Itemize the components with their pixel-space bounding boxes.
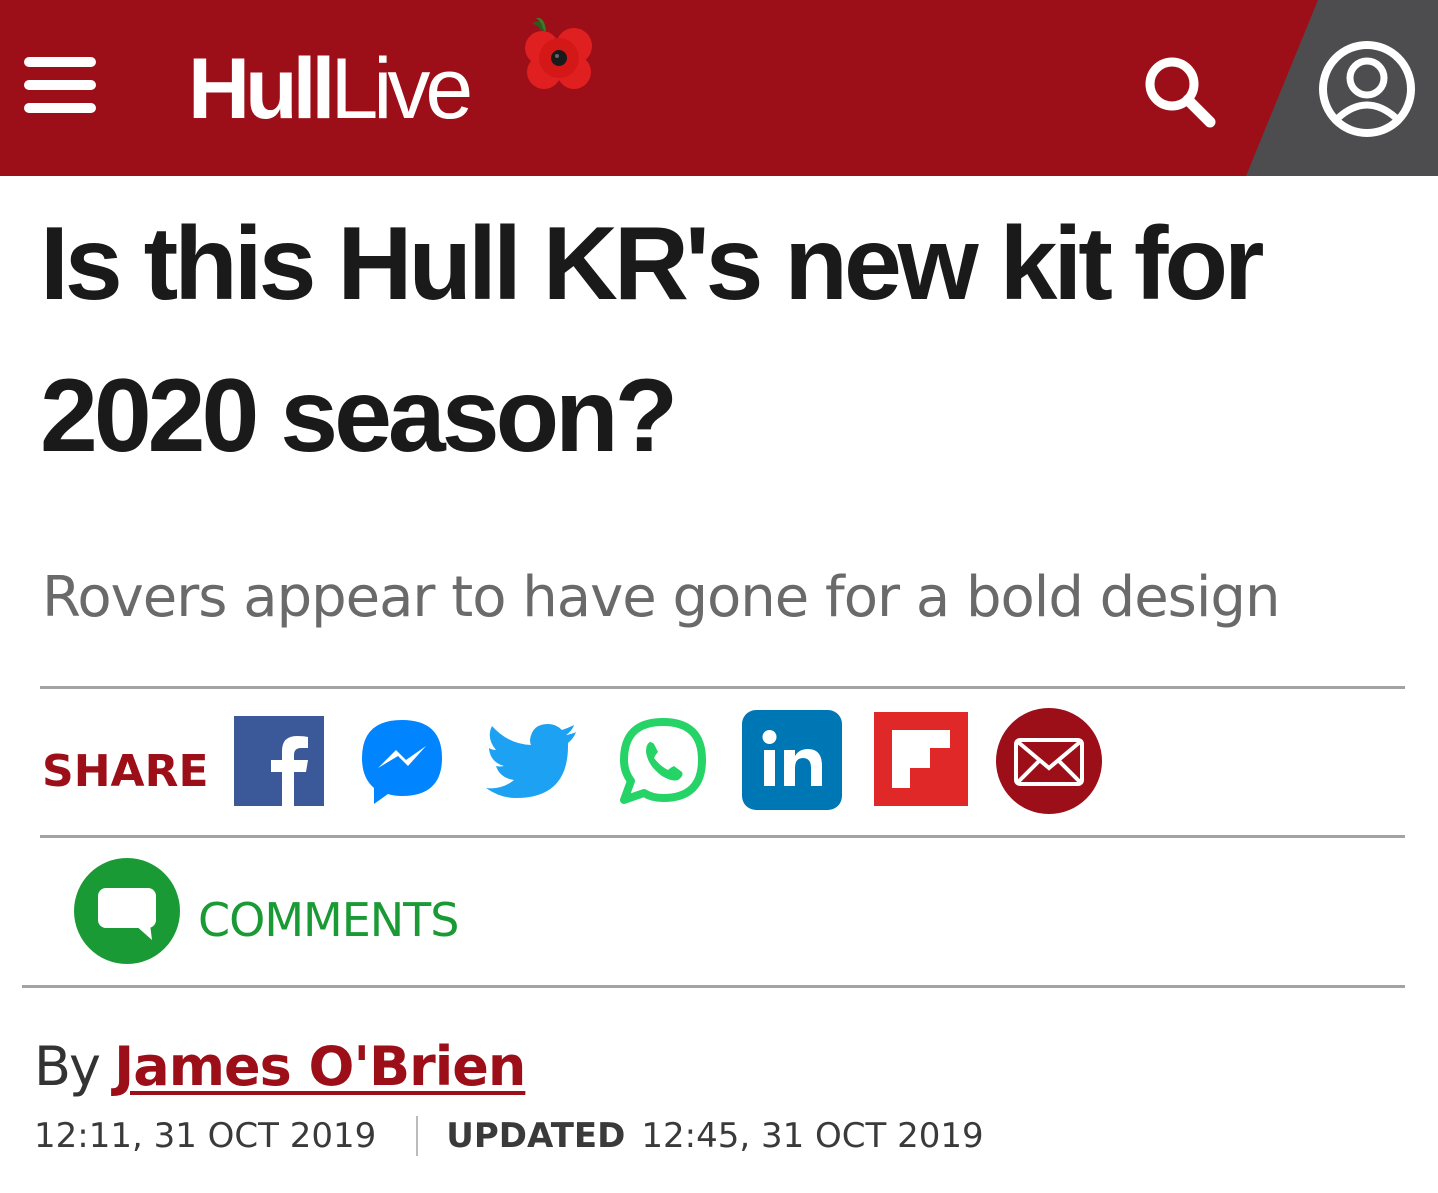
author-link[interactable]: James O'Brien xyxy=(114,1035,526,1098)
messenger-icon[interactable] xyxy=(356,716,448,808)
flipboard-icon[interactable] xyxy=(874,712,968,806)
updated-time: 12:45, 31 OCT 2019 xyxy=(641,1116,984,1156)
byline-prefix: By xyxy=(34,1035,115,1098)
article-headline: Is this Hull KR's new kit for 2020 seaso… xyxy=(40,206,1264,474)
linkedin-icon[interactable] xyxy=(742,710,842,810)
updated-label: UPDATED xyxy=(446,1116,626,1156)
divider-top xyxy=(40,686,1405,689)
byline: By James O'Brien xyxy=(34,1032,526,1102)
article-timestamps: 12:11, 31 OCT 2019 UPDATED 12:45, 31 OCT… xyxy=(34,1112,984,1160)
hulllive-logo[interactable]: Hull Live xyxy=(188,34,473,144)
poppy-icon xyxy=(525,17,592,89)
divider-bottom xyxy=(22,985,1405,988)
logo-text-light: Live xyxy=(330,41,473,137)
search-icon[interactable] xyxy=(1140,52,1220,132)
user-account-icon[interactable] xyxy=(1318,40,1416,138)
comment-bubble-icon xyxy=(74,858,180,964)
share-label: SHARE xyxy=(42,746,209,797)
timestamp-divider xyxy=(416,1116,419,1156)
twitter-icon[interactable] xyxy=(486,724,578,798)
logo-text-bold: Hull xyxy=(188,41,335,137)
published-time: 12:11, 31 OCT 2019 xyxy=(34,1116,377,1156)
facebook-icon[interactable] xyxy=(234,716,324,806)
hamburger-menu-icon[interactable] xyxy=(24,57,96,113)
comments-button[interactable]: COMMENTS xyxy=(74,858,494,964)
divider-middle xyxy=(40,835,1405,838)
comments-label: COMMENTS xyxy=(198,893,459,947)
email-icon[interactable] xyxy=(996,708,1102,814)
whatsapp-icon[interactable] xyxy=(618,716,708,806)
article-standfirst: Rovers appear to have gone for a bold de… xyxy=(42,565,1280,630)
site-header: Hull Live xyxy=(0,0,1438,176)
